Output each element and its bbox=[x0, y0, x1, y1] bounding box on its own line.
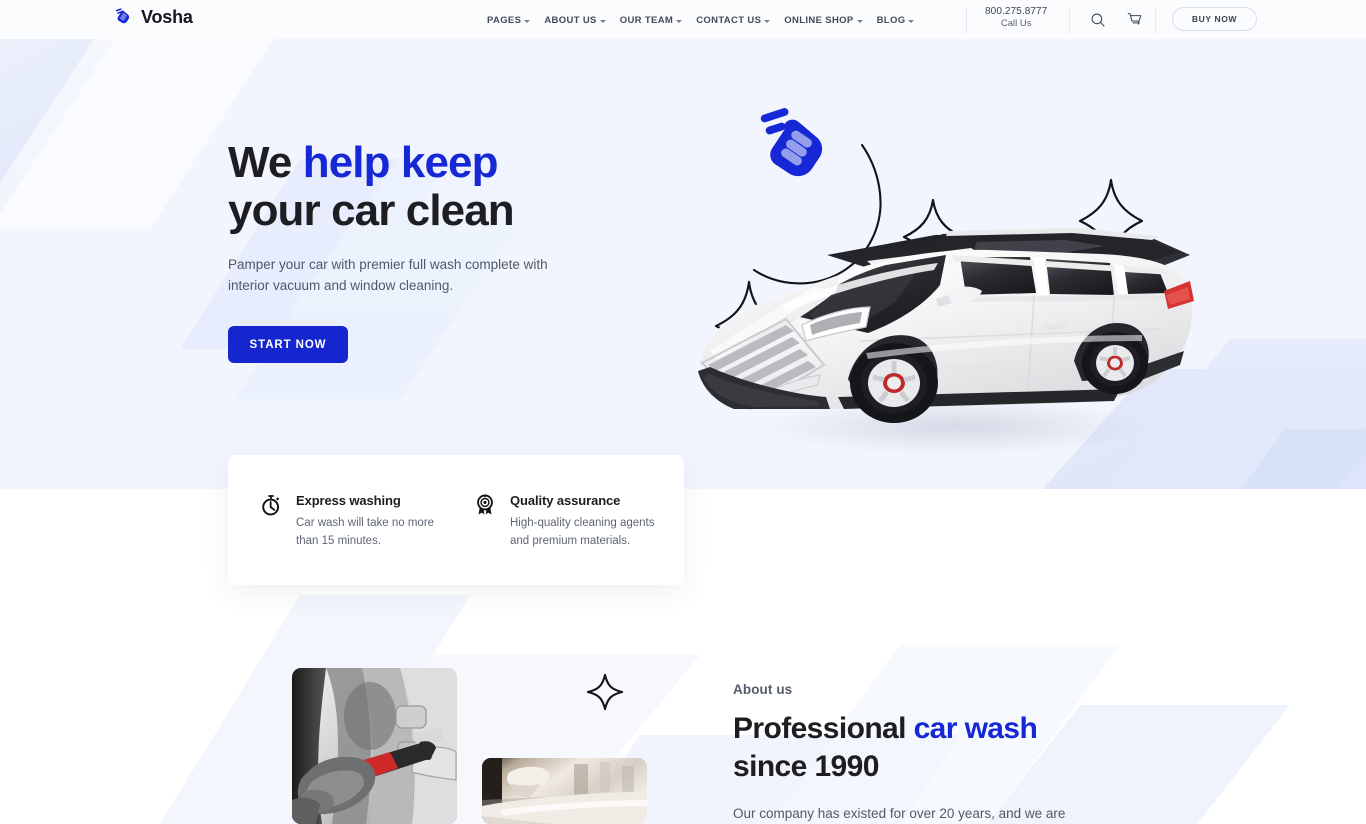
nav-label: ABOUT US bbox=[544, 15, 597, 26]
chevron-down-icon bbox=[599, 20, 606, 23]
phone-label: Call Us bbox=[1000, 18, 1032, 29]
sparkle-icon bbox=[586, 673, 624, 711]
features-card: Express washing Car wash will take no mo… bbox=[228, 455, 684, 585]
about-paragraph: Our company has existed for over 20 year… bbox=[733, 806, 1066, 821]
gloved-hand-detailing-car-door-image bbox=[292, 668, 457, 824]
about-heading-line2: since 1990 bbox=[733, 749, 879, 783]
feature-description: High-quality cleaning agents and premium… bbox=[510, 517, 655, 547]
nav-label: BLOG bbox=[876, 15, 906, 26]
shopping-cart-icon bbox=[1127, 13, 1142, 25]
nav-item-our-team[interactable]: OUR TEAM bbox=[620, 12, 696, 29]
award-badge-icon bbox=[477, 494, 493, 515]
about-heading-accent: car wash bbox=[913, 712, 1038, 745]
about-heading: Professional car wash since 1990 bbox=[733, 710, 1038, 785]
car-side-mirror-closeup-image bbox=[482, 758, 647, 824]
chevron-down-icon bbox=[856, 20, 863, 23]
stopwatch-icon bbox=[262, 495, 280, 516]
nav-label: ONLINE SHOP bbox=[784, 15, 854, 26]
nav-label: PAGES bbox=[487, 15, 522, 26]
site-header: Vosha PAGES ABOUT US OUR TEAM CONTACT US… bbox=[0, 0, 1366, 39]
feature-description: Car wash will take no more than 15 minut… bbox=[296, 517, 435, 547]
cart-button[interactable] bbox=[1125, 10, 1145, 30]
about-label: About us bbox=[733, 682, 793, 697]
chevron-down-icon bbox=[908, 20, 915, 23]
search-icon bbox=[1091, 13, 1105, 27]
feature-text-block: Express washing Car wash will take no mo… bbox=[296, 493, 456, 585]
about-photo-detailing bbox=[292, 668, 457, 824]
about-section: About us Professional car wash since 199… bbox=[0, 585, 1366, 824]
feature-title: Quality assurance bbox=[510, 493, 621, 508]
logo-text: Vosha bbox=[141, 6, 193, 27]
hero-heading-line2: your car clean bbox=[228, 185, 515, 235]
washing-hand-icon bbox=[760, 108, 823, 177]
page-root: Vosha PAGES ABOUT US OUR TEAM CONTACT US… bbox=[0, 0, 1366, 824]
hero-paragraph: Pamper your car with premier full wash c… bbox=[228, 257, 548, 293]
nav-item-online-shop[interactable]: ONLINE SHOP bbox=[784, 12, 876, 29]
feature-title: Express washing bbox=[296, 493, 401, 508]
logo[interactable]: Vosha bbox=[113, 6, 193, 28]
main-navigation: PAGES ABOUT US OUR TEAM CONTACT US ONLIN… bbox=[487, 12, 928, 29]
nav-item-blog[interactable]: BLOG bbox=[877, 12, 929, 29]
nav-item-contact-us[interactable]: CONTACT US bbox=[696, 12, 784, 29]
hero-illustration bbox=[698, 108, 1194, 455]
header-divider-right bbox=[1069, 7, 1070, 33]
chevron-down-icon bbox=[764, 20, 771, 23]
hero-heading: We help keep your car clean bbox=[228, 138, 515, 235]
nav-label: CONTACT US bbox=[696, 15, 762, 26]
hero-heading-line1: We help keep bbox=[228, 138, 499, 187]
phone-contact[interactable]: 800.275.8777 Call Us bbox=[985, 6, 1047, 29]
white-suv-car bbox=[698, 228, 1194, 455]
feature-text-block: Quality assurance High-quality cleaning … bbox=[510, 493, 670, 585]
header-divider-left bbox=[966, 7, 967, 33]
washing-hand-icon bbox=[115, 8, 130, 24]
nav-item-about-us[interactable]: ABOUT US bbox=[544, 12, 619, 29]
hero-section: We help keep your car clean Pamper your … bbox=[0, 39, 1366, 489]
feature-quality-assurance: Quality assurance High-quality cleaning … bbox=[456, 493, 684, 585]
phone-number: 800.275.8777 bbox=[985, 6, 1048, 17]
header-divider-cta bbox=[1155, 7, 1156, 33]
about-photo-mirror bbox=[482, 758, 647, 824]
search-button[interactable] bbox=[1088, 10, 1108, 30]
about-background-stripes bbox=[160, 595, 1290, 824]
chevron-down-icon bbox=[524, 20, 531, 23]
nav-item-pages[interactable]: PAGES bbox=[487, 12, 544, 29]
buy-now-button[interactable]: BUY NOW bbox=[1172, 7, 1257, 31]
nav-label: OUR TEAM bbox=[619, 15, 674, 26]
start-now-button[interactable]: START NOW bbox=[228, 326, 348, 363]
feature-express-washing: Express washing Car wash will take no mo… bbox=[228, 493, 456, 585]
chevron-down-icon bbox=[676, 20, 683, 23]
about-heading-line1: Professional car wash bbox=[733, 712, 1038, 745]
hero-heading-accent: help keep bbox=[302, 138, 499, 187]
